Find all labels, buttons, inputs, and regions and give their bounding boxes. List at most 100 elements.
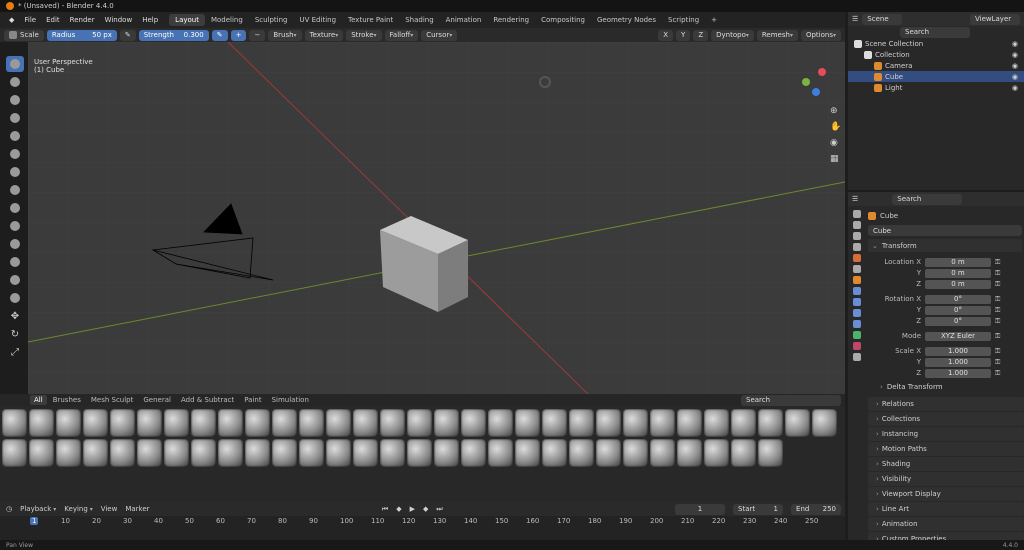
lock-icon[interactable]: ⚿ — [995, 269, 1000, 278]
tab-rendering[interactable]: Rendering — [487, 14, 535, 26]
tab-texture-paint[interactable]: Texture Paint — [342, 14, 399, 26]
visibility-eye-icon[interactable]: ◉ — [1012, 40, 1018, 48]
brush-thumbnail[interactable] — [515, 439, 540, 467]
3d-viewport[interactable]: User Perspective (1) Cube ⊕ ✋ ◉ ▦ — [28, 42, 845, 394]
tool-10[interactable] — [6, 218, 24, 234]
tool-7[interactable] — [6, 164, 24, 180]
lock-icon[interactable]: ⚿ — [995, 295, 1000, 304]
brush-thumbnail[interactable] — [731, 409, 756, 437]
brush-thumbnail[interactable] — [83, 439, 108, 467]
panel-shading[interactable]: Shading — [868, 457, 1024, 471]
brush-thumbnail[interactable] — [326, 409, 351, 437]
constraints-tab-icon[interactable] — [853, 320, 861, 328]
current-frame-field[interactable]: 1 — [675, 503, 726, 515]
outliner-item[interactable]: Light ◉ — [848, 82, 1024, 93]
add-workspace-icon[interactable]: + — [705, 14, 723, 26]
brush-thumbnail[interactable] — [650, 409, 675, 437]
gizmo-x-icon[interactable] — [818, 68, 826, 76]
brush-thumbnail[interactable] — [434, 409, 459, 437]
tool-5[interactable] — [6, 128, 24, 144]
blender-menu-icon[interactable]: ◆ — [4, 16, 19, 24]
brush-thumbnail[interactable] — [461, 409, 486, 437]
panel-viewport-display[interactable]: Viewport Display — [868, 487, 1024, 501]
brush-thumbnail[interactable] — [542, 409, 567, 437]
brush-thumbnail[interactable] — [164, 439, 189, 467]
brush-thumbnail[interactable] — [2, 439, 27, 467]
brush-thumbnail[interactable] — [245, 409, 270, 437]
brush-thumbnail[interactable] — [677, 439, 702, 467]
brush-thumbnail[interactable] — [704, 409, 729, 437]
tab-uv-editing[interactable]: UV Editing — [294, 14, 343, 26]
asset-tab-all[interactable]: All — [30, 395, 47, 405]
tool-12[interactable] — [6, 254, 24, 270]
panel-line-art[interactable]: Line Art — [868, 502, 1024, 516]
start-frame-field[interactable]: Start 1 — [733, 503, 784, 515]
brush-thumbnail[interactable] — [191, 409, 216, 437]
world-tab-icon[interactable] — [853, 265, 861, 273]
brush-thumbnail[interactable] — [650, 439, 675, 467]
brush-thumbnail[interactable] — [569, 409, 594, 437]
brush-thumbnail[interactable] — [272, 409, 297, 437]
transform-panel-header[interactable]: ⌄ Transform — [868, 239, 1022, 252]
menu-marker[interactable]: Marker — [125, 505, 149, 513]
object-name-field[interactable]: Cube — [868, 225, 1022, 236]
outliner-item[interactable]: Scene Collection ◉ — [848, 38, 1024, 49]
outliner-item[interactable]: Cube ◉ — [848, 71, 1024, 82]
asset-tab-add-subtract[interactable]: Add & Subtract — [177, 395, 238, 405]
radius-field[interactable]: Radius 50 px — [46, 29, 117, 41]
delta-transform-header[interactable]: › Delta Transform — [868, 381, 1022, 393]
scale-z-field[interactable]: 1.000 — [925, 368, 991, 378]
options-dropdown[interactable]: Options — [800, 29, 841, 41]
tab-modeling[interactable]: Modeling — [205, 14, 249, 26]
menu-edit[interactable]: Edit — [41, 16, 65, 24]
tool-14[interactable] — [6, 290, 24, 306]
dyntopo-dropdown[interactable]: Dyntopo — [711, 29, 754, 41]
symmetry-y[interactable]: Y — [676, 29, 691, 41]
tab-sculpting[interactable]: Sculpting — [249, 14, 294, 26]
properties-editor-icon[interactable]: ☰ — [852, 195, 858, 203]
brush-thumbnail[interactable] — [461, 439, 486, 467]
visibility-eye-icon[interactable]: ◉ — [1012, 62, 1018, 70]
tool-6[interactable] — [6, 146, 24, 162]
stroke-dropdown[interactable]: Stroke — [346, 29, 382, 41]
tool-3[interactable] — [6, 92, 24, 108]
menu-keying[interactable]: Keying — [64, 505, 92, 513]
brush-thumbnail[interactable] — [164, 409, 189, 437]
tool-13[interactable] — [6, 272, 24, 288]
tool-scale[interactable]: ⤢ — [6, 344, 24, 360]
rotation-y-field[interactable]: 0° — [925, 305, 991, 315]
tool-move[interactable]: ✥ — [6, 308, 24, 324]
next-key-icon[interactable]: ◆ — [423, 505, 428, 513]
brush-dropdown[interactable]: Brush — [268, 29, 302, 41]
brush-thumbnail[interactable] — [542, 439, 567, 467]
menu-render[interactable]: Render — [65, 16, 100, 24]
lock-icon[interactable]: ⚿ — [995, 258, 1000, 267]
strength-field[interactable]: Strength 0.300 — [138, 29, 209, 41]
menu-file[interactable]: File — [19, 16, 41, 24]
lock-icon[interactable]: ⚿ — [995, 358, 1000, 367]
brush-thumbnail[interactable] — [758, 439, 783, 467]
outliner-editor-icon[interactable]: ☰ — [852, 15, 858, 23]
rotation-z-field[interactable]: 0° — [925, 316, 991, 326]
radius-pressure-icon[interactable]: ✎ — [119, 29, 136, 41]
brush-thumbnail[interactable] — [434, 439, 459, 467]
location-x-field[interactable]: 0 m — [925, 257, 991, 267]
brush-thumbnail[interactable] — [218, 409, 243, 437]
lock-icon[interactable]: ⚿ — [995, 332, 1000, 341]
brush-thumbnail[interactable] — [191, 439, 216, 467]
render-tab-icon[interactable] — [853, 221, 861, 229]
tab-scripting[interactable]: Scripting — [662, 14, 705, 26]
tool-rotate[interactable]: ↻ — [6, 326, 24, 342]
timeline-editor-icon[interactable]: ◷ — [6, 505, 12, 513]
outliner-search-input[interactable]: Search — [900, 26, 970, 38]
brush-thumbnail[interactable] — [488, 439, 513, 467]
lock-icon[interactable]: ⚿ — [995, 280, 1000, 289]
brush-thumbnail[interactable] — [596, 439, 621, 467]
menu-timeline-view[interactable]: View — [101, 505, 118, 513]
brush-thumbnail[interactable] — [245, 439, 270, 467]
view-layer-tab-icon[interactable] — [853, 243, 861, 251]
brush-thumbnail[interactable] — [110, 409, 135, 437]
brush-thumbnail[interactable] — [569, 439, 594, 467]
brush-thumbnail[interactable] — [353, 409, 378, 437]
tab-animation[interactable]: Animation — [440, 14, 488, 26]
